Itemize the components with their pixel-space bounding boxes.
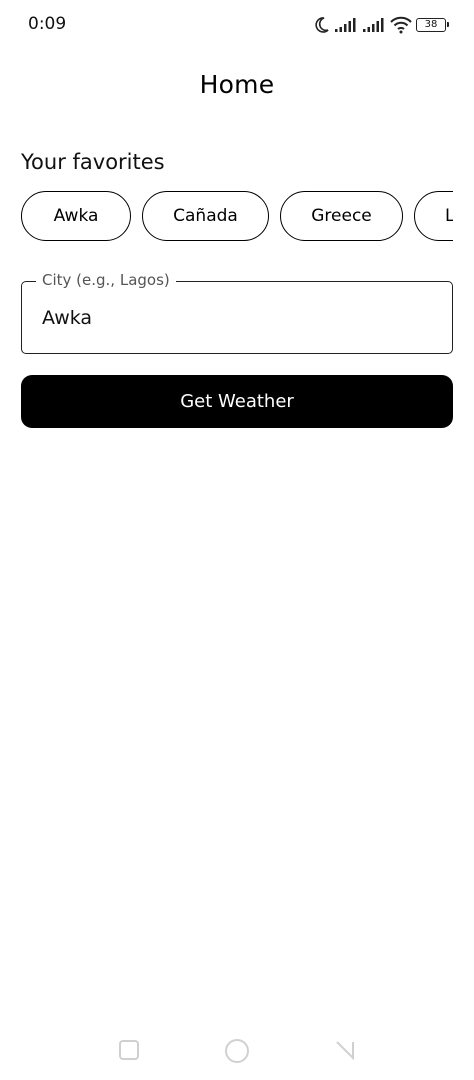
page-title: Home bbox=[199, 70, 275, 99]
favorite-chip-partial[interactable]: L bbox=[414, 191, 453, 241]
get-weather-button[interactable]: Get Weather bbox=[21, 375, 453, 428]
recents-icon[interactable] bbox=[117, 1038, 141, 1067]
home-icon[interactable] bbox=[224, 1038, 250, 1069]
city-input[interactable] bbox=[42, 304, 432, 332]
status-icons: 38 bbox=[314, 14, 449, 36]
wifi-icon bbox=[390, 16, 412, 34]
signal-icon bbox=[362, 17, 386, 33]
city-field[interactable]: City (e.g., Lagos) bbox=[21, 271, 453, 354]
favorite-chip-awka[interactable]: Awka bbox=[21, 191, 131, 241]
battery-icon: 38 bbox=[416, 18, 449, 32]
favorites-chip-row: Awka Cañada Greece L bbox=[21, 191, 453, 241]
favorite-chip-canada[interactable]: Cañada bbox=[142, 191, 269, 241]
favorites-chip-list[interactable]: Awka Cañada Greece L bbox=[21, 191, 453, 245]
city-field-label: City (e.g., Lagos) bbox=[36, 271, 176, 289]
system-nav-bar bbox=[0, 1030, 474, 1070]
status-time: 0:09 bbox=[28, 14, 67, 34]
signal-icon bbox=[334, 17, 358, 33]
back-icon[interactable] bbox=[333, 1038, 357, 1067]
favorite-chip-greece[interactable]: Greece bbox=[280, 191, 403, 241]
favorites-label: Your favorites bbox=[21, 150, 165, 174]
status-bar: 0:09 38 bbox=[0, 0, 474, 50]
moon-icon bbox=[314, 16, 330, 34]
